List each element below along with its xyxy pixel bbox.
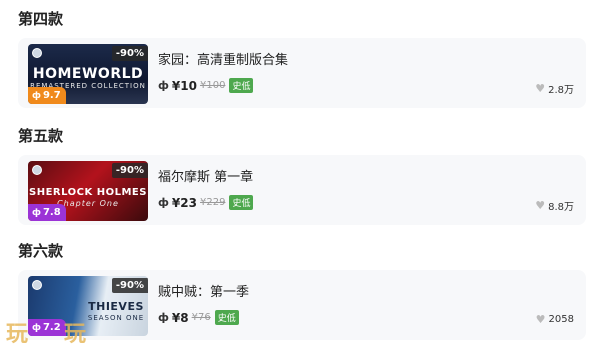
heart-icon[interactable]: ♥ [536,313,546,326]
like-count-value: 8.8万 [548,202,574,213]
game-name[interactable]: 贼中贼：第一季 [158,281,249,300]
lowest-price-tag: 史低 [229,195,254,210]
heart-icon[interactable]: ♥ [535,82,545,95]
watermark-char: 玩 [6,321,29,347]
like-count-value: 2.8万 [548,85,574,96]
price-row: ф ¥10 ¥100 史低 [158,78,254,93]
discount-badge: -90% [111,46,148,61]
steam-icon [32,165,42,175]
current-price: ¥10 [171,78,197,93]
current-price: ¥23 [171,195,197,210]
heart-icon[interactable]: ♥ [535,199,545,212]
game-card-homeworld[interactable]: -90% HOMEWORLD REMASTERED COLLECTION ф 9… [18,38,586,108]
game-name[interactable]: 家园：高清重制版合集 [158,49,288,68]
original-price: ¥100 [199,80,226,91]
like-count[interactable]: ♥ 2.8万 [535,81,574,96]
section-title: 第六款 [18,242,64,260]
game-card-thieves[interactable]: -90% THIEVES SEASON ONE ф 7.2 贼中贼：第一季 ф … [18,270,586,340]
deal-list-page: 第四款 -90% HOMEWORLD REMASTERED COLLECTION… [0,0,600,352]
score-value: 9.7 [42,90,61,101]
like-count[interactable]: ♥ 8.8万 [535,198,574,213]
steam-icon [32,48,42,58]
score-badge: ф 9.7 [28,87,66,104]
thumb-title: HOMEWORLD [32,66,144,82]
lowest-price-tag: 史低 [214,310,239,325]
k-icon: ф [32,207,41,218]
k-icon: ф [32,90,41,101]
original-price: ¥76 [191,312,211,323]
current-price: ¥8 [171,310,189,325]
k-icon: ф [158,79,169,92]
game-thumbnail[interactable]: -90% SHERLOCK HOLMES Chapter One ф 7.8 [28,161,148,221]
steam-icon [32,280,42,290]
thumb-title: THIEVES [88,300,144,313]
like-count-value: 2058 [548,314,574,325]
k-icon: ф [158,196,169,209]
thumb-title: SHERLOCK HOLMES [29,187,147,198]
section-title: 第四款 [18,10,64,28]
watermark: 玩 玩 [6,316,86,348]
watermark-char: 玩 [64,321,87,347]
discount-badge: -90% [111,163,148,178]
like-count[interactable]: ♥ 2058 [536,313,574,326]
section-title: 第五款 [18,127,64,145]
score-value: 7.8 [42,207,61,218]
discount-badge: -90% [111,278,148,293]
price-row: ф ¥23 ¥229 史低 [158,195,254,210]
score-badge: ф 7.8 [28,204,66,221]
price-row: ф ¥8 ¥76 史低 [158,310,239,325]
game-thumbnail[interactable]: -90% HOMEWORLD REMASTERED COLLECTION ф 9… [28,44,148,104]
game-name[interactable]: 福尔摩斯 第一章 [158,166,253,185]
game-card-sherlock[interactable]: -90% SHERLOCK HOLMES Chapter One ф 7.8 福… [18,155,586,225]
original-price: ¥229 [199,197,226,208]
k-icon: ф [158,311,169,324]
lowest-price-tag: 史低 [229,78,254,93]
